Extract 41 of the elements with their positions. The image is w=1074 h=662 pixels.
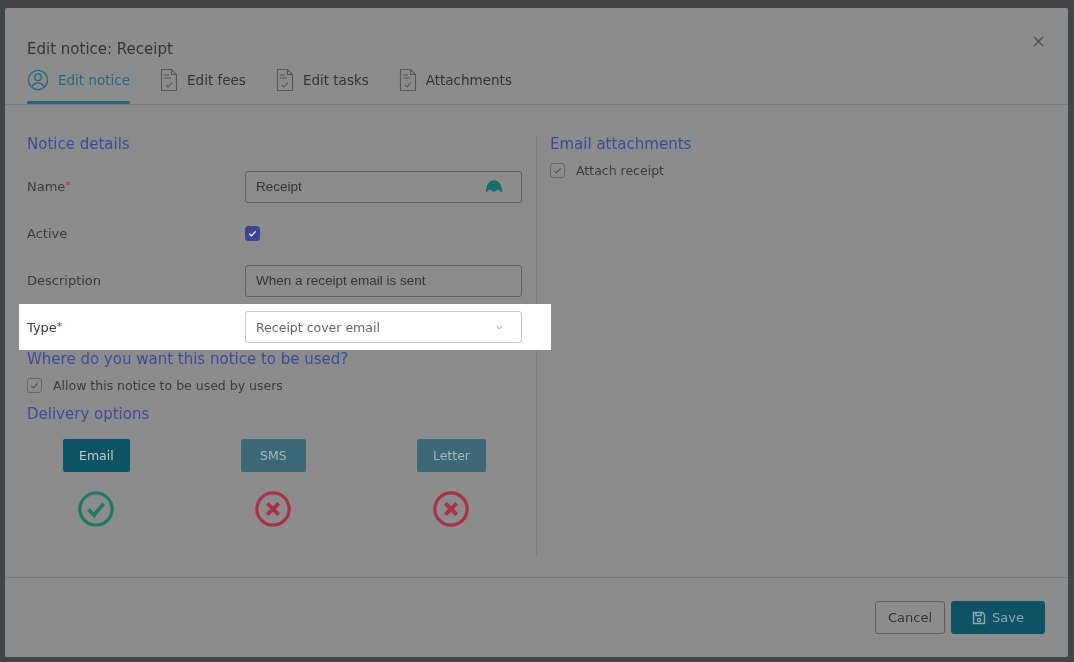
delivery-option-button[interactable]: SMS (240, 439, 306, 472)
cancel-button[interactable]: Cancel (875, 601, 946, 634)
text-field[interactable]: Receipt (245, 170, 522, 203)
close-button[interactable]: × (1030, 32, 1046, 50)
checkbox[interactable] (27, 378, 42, 393)
checkbox-label: Allow this notice to be used by users (53, 378, 283, 393)
caret-icon (496, 324, 503, 330)
section-heading: Delivery options (27, 405, 151, 423)
password-manager-icon (485, 179, 503, 194)
text-field[interactable]: When a receipt email is sent (245, 264, 522, 297)
delivery-option-button[interactable]: Email (63, 439, 130, 472)
required-mark: * (65, 179, 71, 192)
type-dropdown[interactable]: Receipt cover email (245, 311, 522, 343)
field-label: Type (27, 319, 57, 335)
document-check-icon (275, 68, 294, 92)
tab[interactable]: Attachments (398, 68, 512, 104)
section-heading: Notice details (27, 135, 131, 153)
user-icon (27, 69, 49, 91)
delivery-option-button[interactable]: Letter (416, 439, 486, 472)
document-check-icon (398, 68, 417, 92)
checkbox[interactable] (245, 226, 260, 241)
checkmark-icon (29, 380, 40, 391)
field-label: Name (27, 179, 66, 194)
field-label: Description (27, 273, 102, 288)
document-check-icon (160, 68, 179, 92)
save-icon (972, 610, 987, 625)
tab[interactable]: Edit tasks (275, 68, 369, 104)
checkmark-icon (247, 228, 258, 239)
tab[interactable]: Edit fees (160, 68, 246, 104)
section-heading: Email attachments (550, 135, 692, 153)
cross-circle-icon (254, 490, 293, 528)
check-circle-icon (77, 490, 116, 528)
checkbox[interactable] (550, 163, 565, 178)
checkbox-label: Attach receipt (576, 163, 664, 178)
save-button[interactable]: Save (951, 601, 1045, 634)
field-label: Active (27, 226, 68, 241)
cross-circle-icon (432, 490, 471, 528)
required-mark: * (56, 319, 63, 333)
dialog-title: Edit notice: Receipt (27, 40, 173, 58)
section-heading: Where do you want this notice to be used? (27, 350, 350, 368)
checkmark-icon (552, 165, 563, 176)
